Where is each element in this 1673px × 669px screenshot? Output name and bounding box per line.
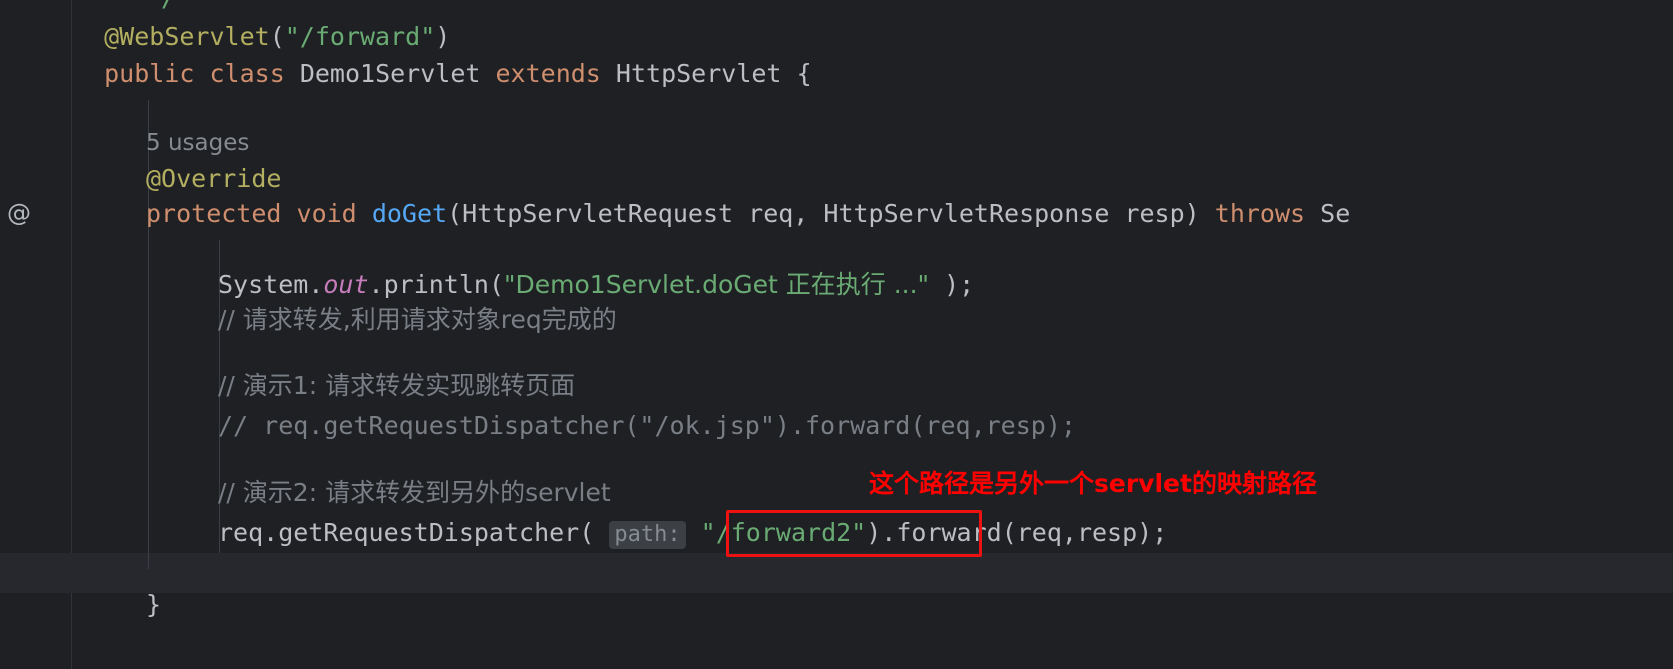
code-line-class-declaration: public class Demo1Servlet extends HttpSe… bbox=[104, 59, 812, 88]
token-comment-end: */ bbox=[146, 0, 176, 12]
code-line-comment-demo2: // 演示2: 请求转发到另外的servlet bbox=[218, 473, 611, 513]
annotation-note-text: 这个路径是另外一个servlet的映射路径 bbox=[869, 469, 1317, 498]
token-kw-protected: protected bbox=[146, 199, 282, 228]
token-annotation-webservlet: @WebServlet bbox=[104, 22, 270, 51]
code-line-usages-hint[interactable]: 5 usages bbox=[146, 122, 249, 163]
token-method-doget: doGet bbox=[371, 199, 448, 228]
usages-count-label[interactable]: 5 usages bbox=[146, 130, 249, 156]
token-comment-demo1-code: // req.getRequestDispatcher("/ok.jsp").f… bbox=[218, 411, 1076, 440]
token-kw-throws: throws bbox=[1214, 199, 1306, 228]
token-closing-brace: } bbox=[146, 590, 162, 619]
code-line-closing-brace: } bbox=[146, 585, 161, 625]
token-kw-class: class bbox=[209, 59, 285, 88]
token-kw-void: void bbox=[296, 199, 357, 228]
code-line-comment-demo1: // 演示1: 请求转发实现跳转页面 bbox=[218, 366, 575, 406]
code-line-doget-signature: protected void doGet(HttpServletRequest … bbox=[146, 199, 1351, 228]
code-line-webservlet-annotation: @WebServlet("/forward") bbox=[104, 22, 451, 51]
inlay-parameter-hint-path[interactable]: path: bbox=[609, 521, 686, 549]
token-type-demo1servlet: Demo1Servlet bbox=[299, 59, 481, 88]
token-field-out: out bbox=[323, 270, 369, 299]
annotation-highlight-box bbox=[726, 510, 982, 557]
code-editor-screenshot: @ */ @WebServlet("/forward") public clas… bbox=[0, 0, 1673, 669]
code-line-dispatcher-call: req.getRequestDispatcher( path: "/forwar… bbox=[218, 513, 1167, 555]
token-kw-public: public bbox=[104, 59, 195, 88]
editor-text-area[interactable]: */ @WebServlet("/forward") public class … bbox=[72, 0, 1673, 669]
token-kw-extends: extends bbox=[495, 59, 601, 88]
token-type-httpservletrequest: HttpServletRequest bbox=[462, 199, 734, 228]
token-type-httpservlet: HttpServlet bbox=[615, 59, 782, 88]
code-line-override-annotation: @Override bbox=[146, 159, 281, 199]
token-comment-demo1: // 演示1: 请求转发实现跳转页面 bbox=[218, 371, 576, 400]
token-string-forward: "/forward" bbox=[284, 22, 436, 51]
token-ident-system: System bbox=[218, 270, 309, 299]
token-param-req: req bbox=[748, 199, 794, 228]
code-line-println: System.out.println("Demo1Servlet.doGet 正… bbox=[218, 270, 975, 299]
token-param-resp: resp bbox=[1124, 199, 1185, 228]
token-type-httpservletresponse: HttpServletResponse bbox=[823, 199, 1110, 228]
token-annotation-override: @Override bbox=[146, 164, 282, 193]
code-line-comment-forward-desc: // 请求转发,利用请求对象req完成的 bbox=[218, 300, 617, 340]
token-call-dispatcher-prefix: req.getRequestDispatcher( bbox=[218, 518, 595, 547]
token-type-se-truncated: Se bbox=[1320, 199, 1351, 228]
token-string-doget-message: "Demo1Servlet.doGet 正在执行 ..." bbox=[504, 270, 930, 299]
token-comment-demo2: // 演示2: 请求转发到另外的servlet bbox=[218, 478, 611, 507]
override-marker-icon[interactable]: @ bbox=[6, 200, 32, 226]
token-comment-forward-desc: // 请求转发,利用请求对象req完成的 bbox=[218, 305, 617, 334]
code-line-comment-demo1-code: // req.getRequestDispatcher("/ok.jsp").f… bbox=[218, 406, 1076, 446]
token-method-println: println bbox=[383, 270, 489, 299]
code-line-block-comment-end: */ bbox=[146, 0, 176, 18]
